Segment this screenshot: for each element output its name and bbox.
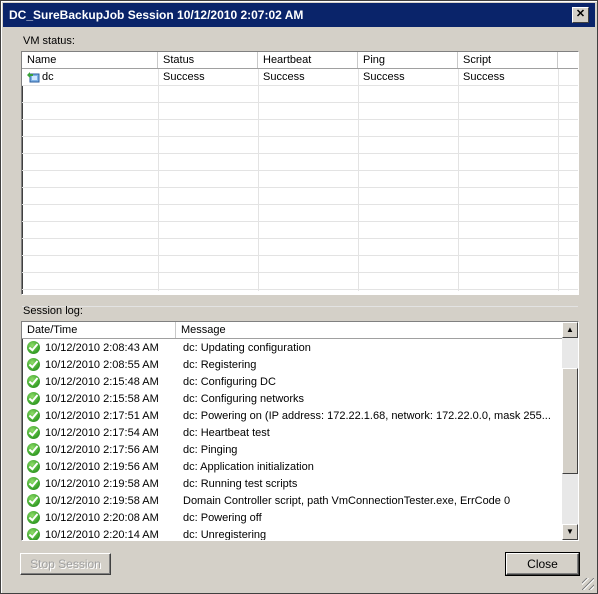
log-entry[interactable]: 10/12/2010 2:15:58 AM dc: Configuring net…	[22, 391, 564, 408]
vm-empty-row	[22, 205, 578, 222]
success-check-icon	[27, 477, 40, 490]
log-datetime: 10/12/2010 2:17:51 AM	[45, 410, 159, 422]
vm-empty-row	[22, 137, 578, 154]
resize-grip-icon[interactable]	[582, 578, 594, 590]
success-check-icon	[27, 443, 40, 456]
log-message: dc: Heartbeat test	[183, 427, 270, 439]
vm-name: dc	[42, 71, 54, 83]
vm-row[interactable]: dc Success Success Success Success	[22, 69, 578, 86]
vm-status-label: VM status:	[23, 35, 75, 47]
vm-empty-row	[22, 171, 578, 188]
log-datetime: 10/12/2010 2:19:56 AM	[45, 461, 159, 473]
close-button[interactable]: Close	[505, 552, 580, 576]
session-log-label: Session log:	[23, 305, 83, 317]
column-header-ping[interactable]: Ping	[358, 52, 458, 68]
column-header-status[interactable]: Status	[158, 52, 258, 68]
log-datetime: 10/12/2010 2:08:55 AM	[45, 359, 159, 371]
session-window: DC_SureBackupJob Session 10/12/2010 2:07…	[0, 0, 598, 594]
log-entry[interactable]: 10/12/2010 2:15:48 AM dc: Configuring DC	[22, 374, 564, 391]
success-check-icon	[27, 375, 40, 388]
success-check-icon	[27, 511, 40, 524]
success-check-icon	[27, 358, 40, 371]
log-entry[interactable]: 10/12/2010 2:08:55 AM dc: Registering	[22, 357, 564, 374]
log-entry[interactable]: 10/12/2010 2:19:58 AM Domain Controller s…	[22, 493, 564, 510]
log-message: dc: Registering	[183, 359, 257, 371]
column-divider	[558, 69, 559, 291]
log-message: dc: Configuring networks	[183, 393, 305, 405]
log-message: dc: Updating configuration	[183, 342, 311, 354]
success-check-icon	[27, 426, 40, 439]
log-message: Domain Controller script, path VmConnect…	[183, 495, 511, 507]
log-datetime: 10/12/2010 2:20:14 AM	[45, 529, 159, 541]
column-header-heartbeat[interactable]: Heartbeat	[258, 52, 358, 68]
log-entry[interactable]: 10/12/2010 2:19:58 AM dc: Running test sc…	[22, 476, 564, 493]
log-message: dc: Configuring DC	[183, 376, 276, 388]
success-check-icon	[27, 392, 40, 405]
log-entry[interactable]: 10/12/2010 2:17:54 AM dc: Heartbeat test	[22, 425, 564, 442]
log-entry[interactable]: 10/12/2010 2:20:08 AM dc: Powering off	[22, 510, 564, 527]
stop-session-button[interactable]: Stop Session	[20, 553, 111, 575]
vm-empty-row	[22, 273, 578, 290]
vm-empty-row	[22, 120, 578, 137]
log-message: dc: Powering on (IP address: 172.22.1.68…	[183, 410, 551, 422]
log-datetime: 10/12/2010 2:19:58 AM	[45, 495, 159, 507]
vm-status-header: Name Status Heartbeat Ping Script	[22, 52, 578, 69]
vm-ping: Success	[363, 71, 405, 83]
column-divider	[458, 69, 459, 291]
vm-empty-row	[22, 222, 578, 239]
log-datetime: 10/12/2010 2:08:43 AM	[45, 342, 159, 354]
vm-empty-row	[22, 239, 578, 256]
column-divider	[158, 69, 159, 291]
window-title: DC_SureBackupJob Session 10/12/2010 2:07…	[9, 8, 304, 22]
vm-status: Success	[163, 71, 205, 83]
vm-empty-row	[22, 103, 578, 120]
log-datetime: 10/12/2010 2:15:58 AM	[45, 393, 159, 405]
scroll-down-icon[interactable]: ▼	[562, 524, 578, 540]
log-datetime: 10/12/2010 2:19:58 AM	[45, 478, 159, 490]
log-scrollbar[interactable]: ▲ ▼	[562, 322, 578, 540]
log-entry[interactable]: 10/12/2010 2:08:43 AM dc: Updating config…	[22, 340, 564, 357]
vm-status-grid: Name Status Heartbeat Ping Script dc Suc…	[21, 51, 579, 307]
session-log-list: Date/Time Message 10/12/2010 2:08:43 AM d…	[21, 321, 579, 541]
vm-empty-row	[22, 256, 578, 273]
column-header-message[interactable]: Message	[176, 322, 564, 338]
log-message: dc: Unregistering	[183, 529, 267, 541]
title-bar[interactable]: DC_SureBackupJob Session 10/12/2010 2:07…	[3, 3, 595, 27]
scroll-up-icon[interactable]: ▲	[562, 322, 578, 338]
log-entry[interactable]: 10/12/2010 2:17:51 AM dc: Powering on (IP…	[22, 408, 564, 425]
vm-empty-row	[22, 290, 578, 307]
scroll-thumb[interactable]	[562, 368, 578, 474]
vm-icon	[26, 71, 40, 83]
column-header-datetime[interactable]: Date/Time	[22, 322, 176, 338]
log-message: dc: Application initialization	[183, 461, 314, 473]
log-entry[interactable]: 10/12/2010 2:19:56 AM dc: Application ini…	[22, 459, 564, 476]
log-entry[interactable]: 10/12/2010 2:20:14 AM dc: Unregistering	[22, 527, 564, 541]
close-icon[interactable]: ✕	[572, 7, 589, 23]
session-log-header: Date/Time Message	[22, 322, 562, 339]
column-divider	[258, 69, 259, 291]
log-datetime: 10/12/2010 2:15:48 AM	[45, 376, 159, 388]
log-message: dc: Running test scripts	[183, 478, 298, 490]
success-check-icon	[27, 494, 40, 507]
log-datetime: 10/12/2010 2:20:08 AM	[45, 512, 159, 524]
vm-script: Success	[463, 71, 505, 83]
vm-heartbeat: Success	[263, 71, 305, 83]
success-check-icon	[27, 341, 40, 354]
log-message: dc: Powering off	[183, 512, 262, 524]
column-divider	[358, 69, 359, 291]
success-check-icon	[27, 528, 40, 540]
vm-empty-row	[22, 154, 578, 171]
success-check-icon	[27, 460, 40, 473]
log-entry[interactable]: 10/12/2010 2:17:56 AM dc: Pinging	[22, 442, 564, 459]
vm-empty-row	[22, 86, 578, 103]
log-datetime: 10/12/2010 2:17:56 AM	[45, 444, 159, 456]
column-header-script[interactable]: Script	[458, 52, 558, 68]
column-header-name[interactable]: Name	[22, 52, 158, 68]
log-datetime: 10/12/2010 2:17:54 AM	[45, 427, 159, 439]
vm-empty-row	[22, 188, 578, 205]
log-message: dc: Pinging	[183, 444, 238, 456]
success-check-icon	[27, 409, 40, 422]
